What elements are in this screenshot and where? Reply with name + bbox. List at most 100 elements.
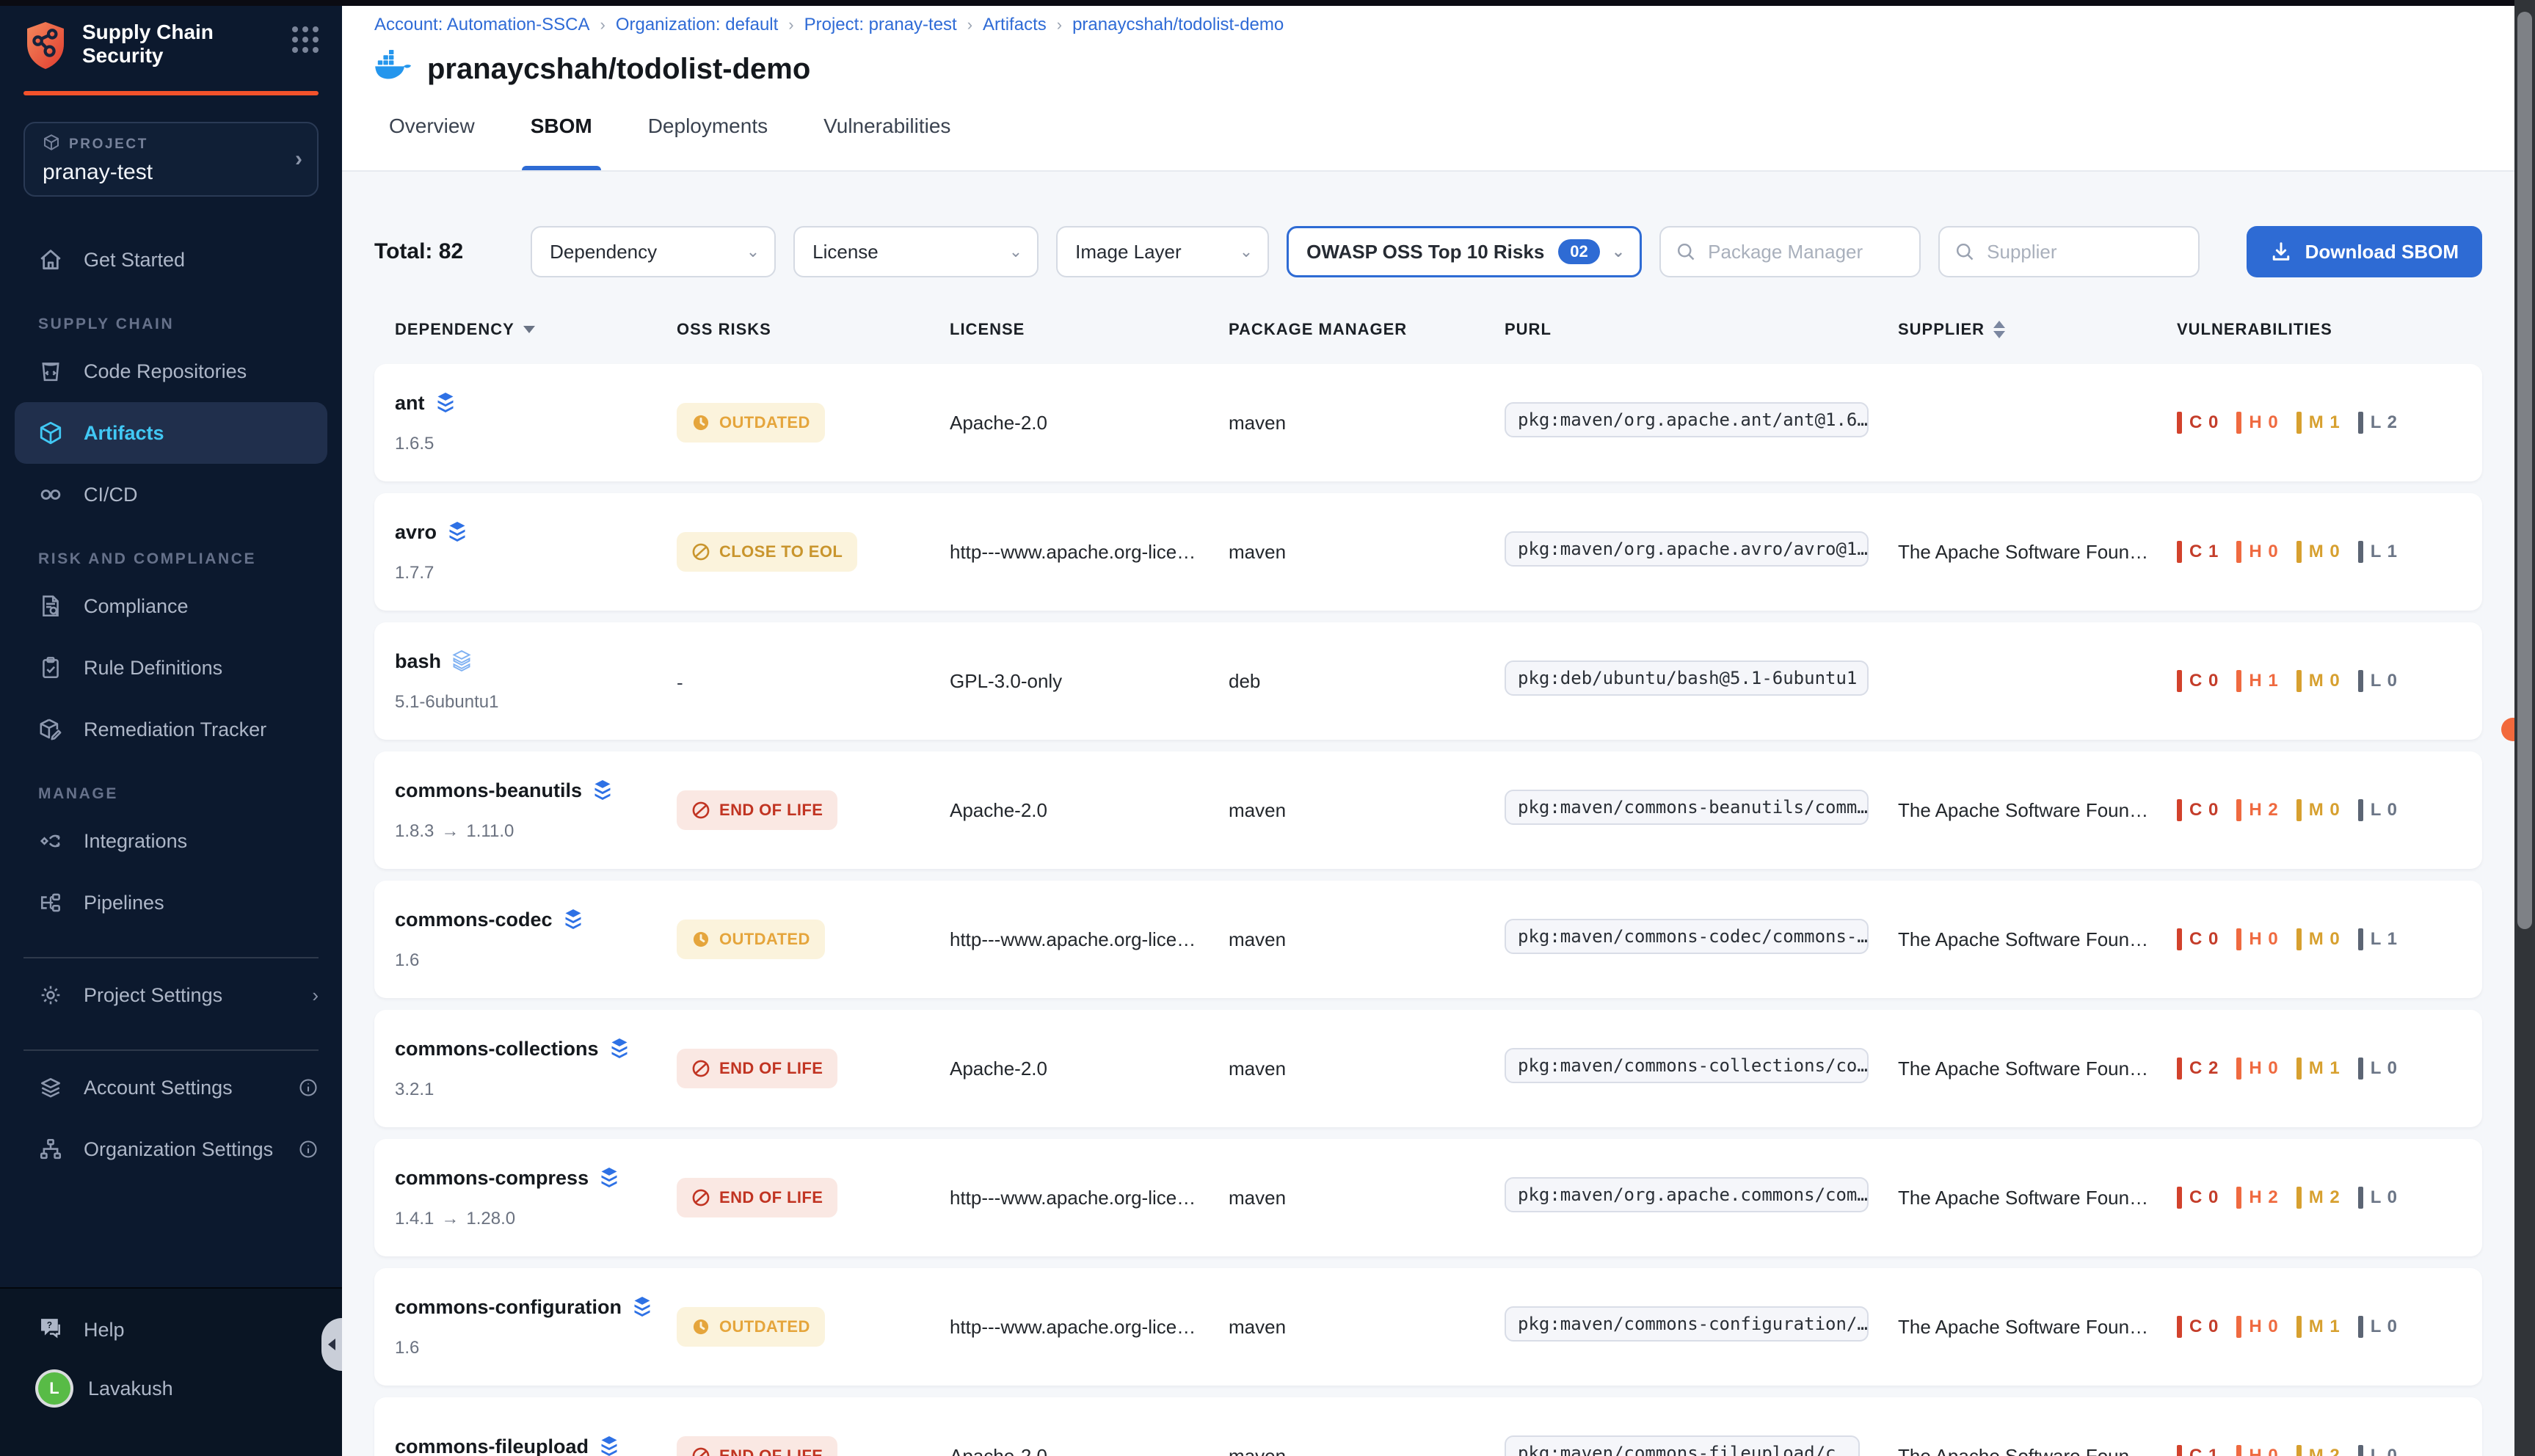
supplier-cell: The Apache Software Foun…	[1898, 799, 2177, 822]
app-grid-icon[interactable]	[292, 26, 319, 53]
table-row[interactable]: commons-configuration 1.6 OUTDATED http-…	[374, 1268, 2482, 1386]
purl-chip[interactable]: pkg:maven/commons-collections/co…	[1505, 1048, 1869, 1083]
owasp-risks-filter-select[interactable]: OWASP OSS Top 10 Risks 02 ⌄	[1287, 226, 1642, 277]
layers-icon	[435, 392, 456, 414]
license-filter-select[interactable]: License ⌄	[793, 226, 1039, 277]
breadcrumb-artifact-name[interactable]: pranaycshah/todolist-demo	[1072, 15, 1284, 35]
breadcrumb-account[interactable]: Account: Automation-SSCA	[374, 15, 589, 35]
purl-chip[interactable]: pkg:deb/ubuntu/bash@5.1-6ubuntu1	[1505, 660, 1869, 696]
project-name: pranay-test	[43, 160, 295, 185]
layers-icon	[563, 909, 583, 931]
vuln-h-count: H 0	[2236, 1316, 2278, 1338]
table-row[interactable]: ant 1.6.5 OUTDATED Apache-2.0 maven pkg:…	[374, 364, 2482, 481]
vuln-c-bar	[2177, 1445, 2182, 1456]
dependency-version: 1.8.3 → 1.11.0	[395, 821, 677, 842]
oss-risk-cell: OUTDATED	[677, 403, 950, 443]
project-selector[interactable]: PROJECT pranay-test ›	[23, 122, 319, 197]
sidebar-item-artifacts[interactable]: Artifacts	[15, 402, 327, 464]
sidebar-item-label: Code Repositories	[84, 360, 247, 383]
vuln-h-count: H 0	[2236, 412, 2278, 434]
vuln-m-bar	[2296, 1316, 2302, 1338]
sidebar-item-account-settings[interactable]: Account Settings	[0, 1057, 342, 1118]
dependency-version: 1.6.5	[395, 434, 677, 454]
purl-chip[interactable]: pkg:maven/commons-beanutils/comm…	[1505, 790, 1869, 825]
table-row[interactable]: commons-compress 1.4.1 → 1.28.0 END OF L…	[374, 1139, 2482, 1256]
info-icon[interactable]	[298, 1077, 319, 1098]
scrollbar-thumb[interactable]	[2517, 12, 2532, 929]
help-button[interactable]: ? Help	[0, 1300, 342, 1359]
sidebar-item-get-started[interactable]: Get Started	[0, 229, 342, 291]
sidebar-item-organization-settings[interactable]: Organization Settings	[0, 1118, 342, 1180]
svg-text:?: ?	[47, 1320, 52, 1330]
tab-deployments[interactable]: Deployments	[645, 106, 771, 170]
layers-gear-icon	[38, 1075, 63, 1100]
sort-both-icon	[1993, 321, 2005, 338]
download-sbom-label: Download SBOM	[2305, 241, 2459, 263]
supplier-cell: The Apache Software Foun…	[1898, 1316, 2177, 1339]
package-manager-cell: maven	[1229, 1316, 1505, 1339]
purl-chip[interactable]: pkg:maven/commons-codec/commons-…	[1505, 919, 1869, 954]
sidebar-item-rule-definitions[interactable]: Rule Definitions	[0, 637, 342, 699]
tab-vulnerabilities[interactable]: Vulnerabilities	[821, 106, 953, 170]
breadcrumb-artifacts[interactable]: Artifacts	[983, 15, 1047, 35]
image-layer-filter-select[interactable]: Image Layer ⌄	[1056, 226, 1269, 277]
vuln-h-count: H 0	[2236, 928, 2278, 950]
vuln-l-bar	[2358, 1316, 2363, 1338]
supplier-search-input[interactable]	[1987, 241, 2183, 263]
sidebar-item-remediation-tracker[interactable]: Remediation Tracker	[0, 699, 342, 760]
vuln-l-count: L 0	[2358, 1445, 2398, 1456]
dependency-cell: commons-collections 3.2.1	[395, 1038, 677, 1100]
package-manager-cell: maven	[1229, 412, 1505, 434]
purl-chip[interactable]: pkg:maven/org.apache.commons/com…	[1505, 1177, 1869, 1212]
project-cube-icon	[43, 134, 60, 156]
version-from: 1.6	[395, 1338, 419, 1358]
table-row[interactable]: commons-beanutils 1.8.3 → 1.11.0 END OF …	[374, 751, 2482, 869]
sidebar-item-integrations[interactable]: Integrations	[0, 810, 342, 872]
table-header: DEPENDENCY OSS RISKS LICENSE PACKAGE MAN…	[374, 320, 2482, 339]
download-sbom-button[interactable]: Download SBOM	[2247, 226, 2482, 277]
tab-overview[interactable]: Overview	[386, 106, 478, 170]
supplier-cell: The Apache Software Foun…	[1898, 541, 2177, 564]
breadcrumb-project[interactable]: Project: pranay-test	[804, 15, 957, 35]
sidebar-item-cicd[interactable]: CI/CD	[0, 464, 342, 525]
column-dependency[interactable]: DEPENDENCY	[395, 320, 677, 339]
tab-sbom[interactable]: SBOM	[528, 106, 595, 170]
user-menu[interactable]: L Lavakush	[0, 1359, 342, 1418]
vuln-c-count: C 0	[2177, 1316, 2219, 1338]
sidebar-item-compliance[interactable]: Compliance	[0, 575, 342, 637]
dependency-filter-select[interactable]: Dependency ⌄	[531, 226, 776, 277]
table-row[interactable]: commons-fileupload END OF LIFE Apache-2.…	[374, 1397, 2482, 1456]
oss-risk-badge: END OF LIFE	[677, 790, 837, 830]
sidebar-item-code-repositories[interactable]: Code Repositories	[0, 341, 342, 402]
table-row[interactable]: bash 5.1-6ubuntu1 - GPL-3.0-only deb pkg…	[374, 622, 2482, 740]
table-row[interactable]: avro 1.7.7 CLOSE TO EOL http---www.apach…	[374, 493, 2482, 611]
package-manager-search-input[interactable]	[1708, 241, 1905, 263]
license-cell: http---www.apache.org-lice…	[950, 1316, 1229, 1339]
sidebar-item-label: Integrations	[84, 830, 187, 853]
purl-chip[interactable]: pkg:maven/org.apache.ant/ant@1.6…	[1505, 402, 1869, 437]
oss-risk-badge: END OF LIFE	[677, 1178, 837, 1217]
oss-risk-cell: END OF LIFE	[677, 790, 950, 830]
purl-chip[interactable]: pkg:maven/commons-configuration/…	[1505, 1306, 1869, 1342]
help-chat-icon: ?	[38, 1315, 63, 1345]
org-hierarchy-icon	[38, 1137, 63, 1162]
oss-risk-cell: END OF LIFE	[677, 1049, 950, 1088]
layers-icon	[632, 1296, 652, 1318]
sidebar-item-label: Compliance	[84, 595, 189, 618]
clock-icon	[691, 930, 710, 949]
vuln-l-bar	[2358, 1187, 2363, 1209]
table-row[interactable]: commons-collections 3.2.1 END OF LIFE Ap…	[374, 1010, 2482, 1127]
column-supplier[interactable]: SUPPLIER	[1898, 320, 2177, 339]
version-from: 1.8.3	[395, 821, 434, 842]
purl-chip[interactable]: pkg:maven/org.apache.avro/avro@1…	[1505, 531, 1869, 567]
table-row[interactable]: commons-codec 1.6 OUTDATED http---www.ap…	[374, 881, 2482, 998]
remediation-box-icon	[38, 717, 63, 742]
oss-risk-badge: OUTDATED	[677, 1307, 825, 1347]
vuln-m-bar	[2296, 1187, 2302, 1209]
purl-chip[interactable]: pkg:maven/commons-fileupload/c…	[1505, 1435, 1860, 1456]
sidebar-item-pipelines[interactable]: Pipelines	[0, 872, 342, 933]
sidebar-item-project-settings[interactable]: Project Settings ›	[0, 964, 342, 1026]
info-icon[interactable]	[298, 1139, 319, 1160]
breadcrumb-organization[interactable]: Organization: default	[616, 15, 778, 35]
chevron-down-icon: ⌄	[1612, 242, 1625, 261]
